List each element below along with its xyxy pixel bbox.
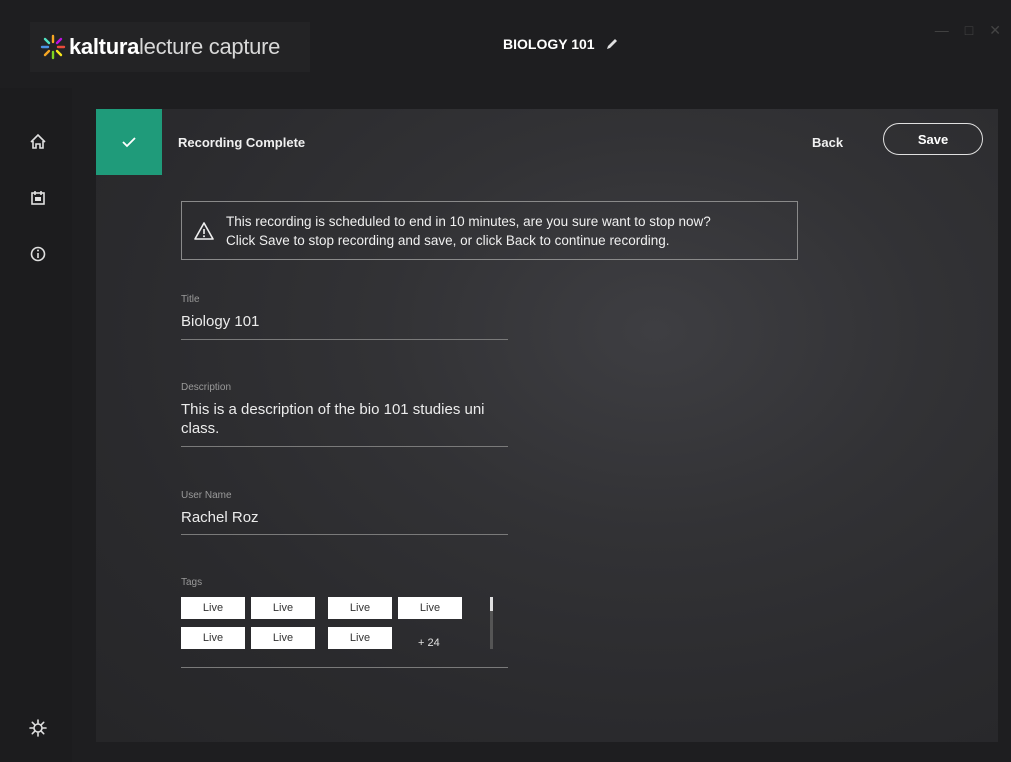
warning-icon [194,221,214,240]
close-icon[interactable]: ✕ [989,22,1001,39]
warning-line-1: This recording is scheduled to end in 10… [226,213,711,229]
edit-pencil-icon[interactable] [605,37,619,51]
warning-line-2: Click Save to stop recording and save, o… [226,232,670,248]
tag-chip[interactable]: Live [181,627,245,649]
course-title-text: BIOLOGY 101 [503,36,595,52]
sidebar [0,88,72,762]
window-controls: — □ ✕ [935,22,1001,39]
status-title: Recording Complete [178,135,306,150]
checkmark-icon [122,137,136,148]
more-tags-count[interactable]: + 24 [418,637,440,649]
logo-text-light: lecture capture [139,34,281,59]
status-check-badge [96,109,162,175]
info-icon[interactable] [28,244,48,264]
description-label: Description [181,382,232,393]
home-icon[interactable] [28,132,48,152]
maximize-icon[interactable]: □ [965,22,973,39]
save-button[interactable]: Save [883,123,983,155]
tags-scrollbar-thumb[interactable] [490,597,493,611]
warning-text: This recording is scheduled to end in 10… [226,212,711,250]
title-label: Title [181,294,200,305]
description-value[interactable]: This is a description of the bio 101 stu… [181,400,491,438]
calendar-icon[interactable] [28,188,48,208]
tag-chip[interactable]: Live [328,627,392,649]
tag-chip[interactable]: Live [398,597,462,619]
title-field[interactable]: Title Biology 101 [181,294,508,340]
title-value[interactable]: Biology 101 [181,312,508,331]
minimize-icon[interactable]: — [935,22,949,39]
tag-chip[interactable]: Live [251,597,315,619]
kaltura-logo-icon [40,34,66,60]
tag-chip[interactable]: Live [251,627,315,649]
warning-banner: This recording is scheduled to end in 10… [181,201,798,260]
tag-chip[interactable]: Live [181,597,245,619]
title-bar: kaltura lecture capture BIOLOGY 101 — □ … [0,0,1011,88]
tags-field: Tags Live Live Live Live Live Live Live … [181,577,508,668]
description-field[interactable]: Description This is a description of the… [181,382,508,447]
recording-complete-panel: Recording Complete Back Save This record… [96,109,998,742]
user-name-value[interactable]: Rachel Roz [181,508,508,527]
user-name-field[interactable]: User Name Rachel Roz [181,490,508,535]
tags-label: Tags [181,577,203,588]
settings-icon[interactable] [28,718,48,738]
tag-chip[interactable]: Live [328,597,392,619]
app-logo: kaltura lecture capture [30,22,310,72]
back-button[interactable]: Back [812,135,843,150]
user-name-label: User Name [181,490,232,501]
logo-text-bold: kaltura [69,34,140,59]
course-title[interactable]: BIOLOGY 101 [503,36,619,52]
